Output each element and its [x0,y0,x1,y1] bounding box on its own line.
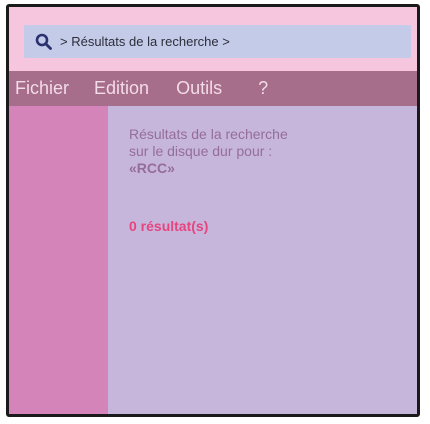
search-query: «RCC» [129,160,175,176]
menu-fichier[interactable]: Fichier [15,78,69,99]
search-results-panel: Résultats de la recherche sur le disque … [108,106,417,414]
top-bar: > Résultats de la recherche > [9,7,417,71]
menu-outils[interactable]: Outils [176,78,222,99]
menu-help[interactable]: ? [258,78,268,99]
search-description-line-1: Résultats de la recherche [129,126,288,142]
search-description-line-2: sur le disque dur pour : [129,143,273,159]
explorer-window: > Résultats de la recherche > Fichier Ed… [6,4,420,417]
sidebar-panel [9,106,108,414]
menu-edition[interactable]: Edition [94,78,149,99]
result-count: 0 résultat(s) [129,218,209,234]
search-icon[interactable] [34,32,54,52]
address-bar[interactable]: > Résultats de la recherche > [24,25,411,58]
search-description: Résultats de la recherche sur le disque … [129,126,349,177]
breadcrumb: > Résultats de la recherche > [60,34,230,49]
menu-bar: Fichier Edition Outils ? [9,71,417,106]
